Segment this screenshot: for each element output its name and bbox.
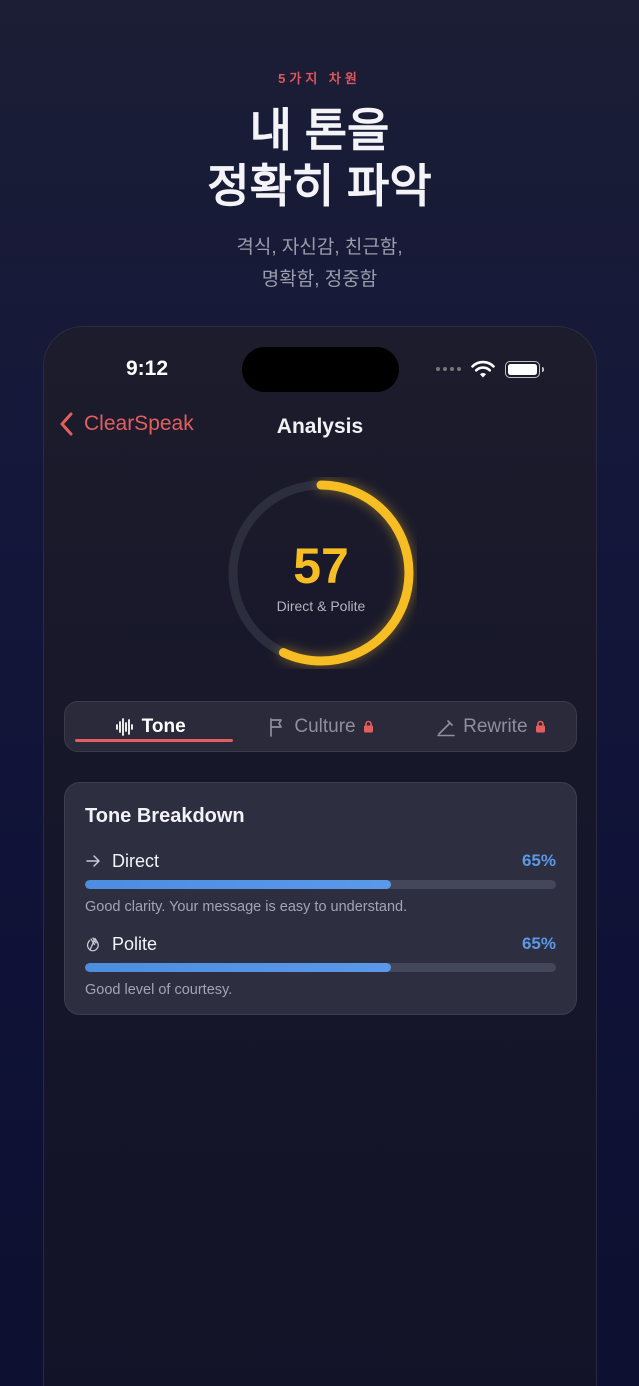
metric-description: Good level of courtesy.: [85, 982, 233, 998]
promo-headline-line1: 내 톤을: [249, 104, 390, 156]
score-value: 57: [293, 538, 349, 594]
tab-tone-label: Tone: [141, 715, 186, 737]
metric-bar: [85, 880, 556, 889]
promo-eyebrow: 5가지 차원: [278, 71, 361, 86]
metric-name: Polite: [112, 933, 158, 954]
page-title: Analysis: [276, 415, 364, 438]
score-label: Direct & Polite: [276, 598, 366, 614]
promo-subline: 격식, 자신감, 친근함, 명확함, 정중함: [0, 232, 639, 296]
analysis-tabs: Tone Culture Rewrite: [64, 701, 577, 752]
metric-description: Good clarity. Your message is easy to un…: [85, 899, 408, 915]
signal-dots-icon: [436, 367, 461, 371]
promo-headline-line2: 정확히 파악: [207, 160, 432, 212]
metric-percent: 65%: [521, 934, 556, 953]
tab-culture[interactable]: Culture: [235, 702, 405, 751]
tab-active-indicator: [75, 739, 234, 742]
metric-direct: Direct 65% Good clarity. Your message is…: [85, 850, 556, 915]
flag-icon: [267, 717, 287, 737]
lock-icon: [535, 720, 546, 733]
score-ring: 57 Direct & Polite: [225, 477, 417, 669]
tab-rewrite-label: Rewrite: [463, 715, 528, 737]
promo-headline: 내 톤을 정확히 파악: [0, 102, 639, 214]
hand-wave-icon: [85, 936, 101, 952]
waveform-icon: [115, 717, 135, 737]
dynamic-island: [242, 347, 399, 392]
metric-bar-fill: [85, 963, 392, 972]
battery-icon: [505, 360, 544, 378]
pencil-icon: [436, 717, 456, 737]
arrow-right-icon: [85, 853, 101, 869]
wifi-icon: [471, 360, 495, 378]
card-title: Tone Breakdown: [85, 805, 245, 827]
phone-frame: 9:12 ClearSpeak Analysis 57 Direct & Pol…: [43, 326, 597, 1386]
status-time: 9:12: [126, 357, 169, 380]
promo-subline-line1: 격식, 자신감, 친근함,: [236, 237, 403, 258]
tone-breakdown-card: Tone Breakdown Direct 65% Good clarity. …: [64, 782, 577, 1015]
promo-subline-line2: 명확함, 정중함: [261, 269, 378, 290]
lock-icon: [363, 720, 374, 733]
metric-polite: Polite 65% Good level of courtesy.: [85, 933, 556, 998]
status-indicators: [436, 357, 544, 381]
tab-culture-label: Culture: [294, 715, 356, 737]
metric-name: Direct: [112, 850, 160, 871]
metric-bar: [85, 963, 556, 972]
tab-tone[interactable]: Tone: [65, 702, 235, 751]
metric-bar-fill: [85, 880, 392, 889]
metric-percent: 65%: [521, 851, 556, 870]
tab-rewrite[interactable]: Rewrite: [406, 702, 576, 751]
